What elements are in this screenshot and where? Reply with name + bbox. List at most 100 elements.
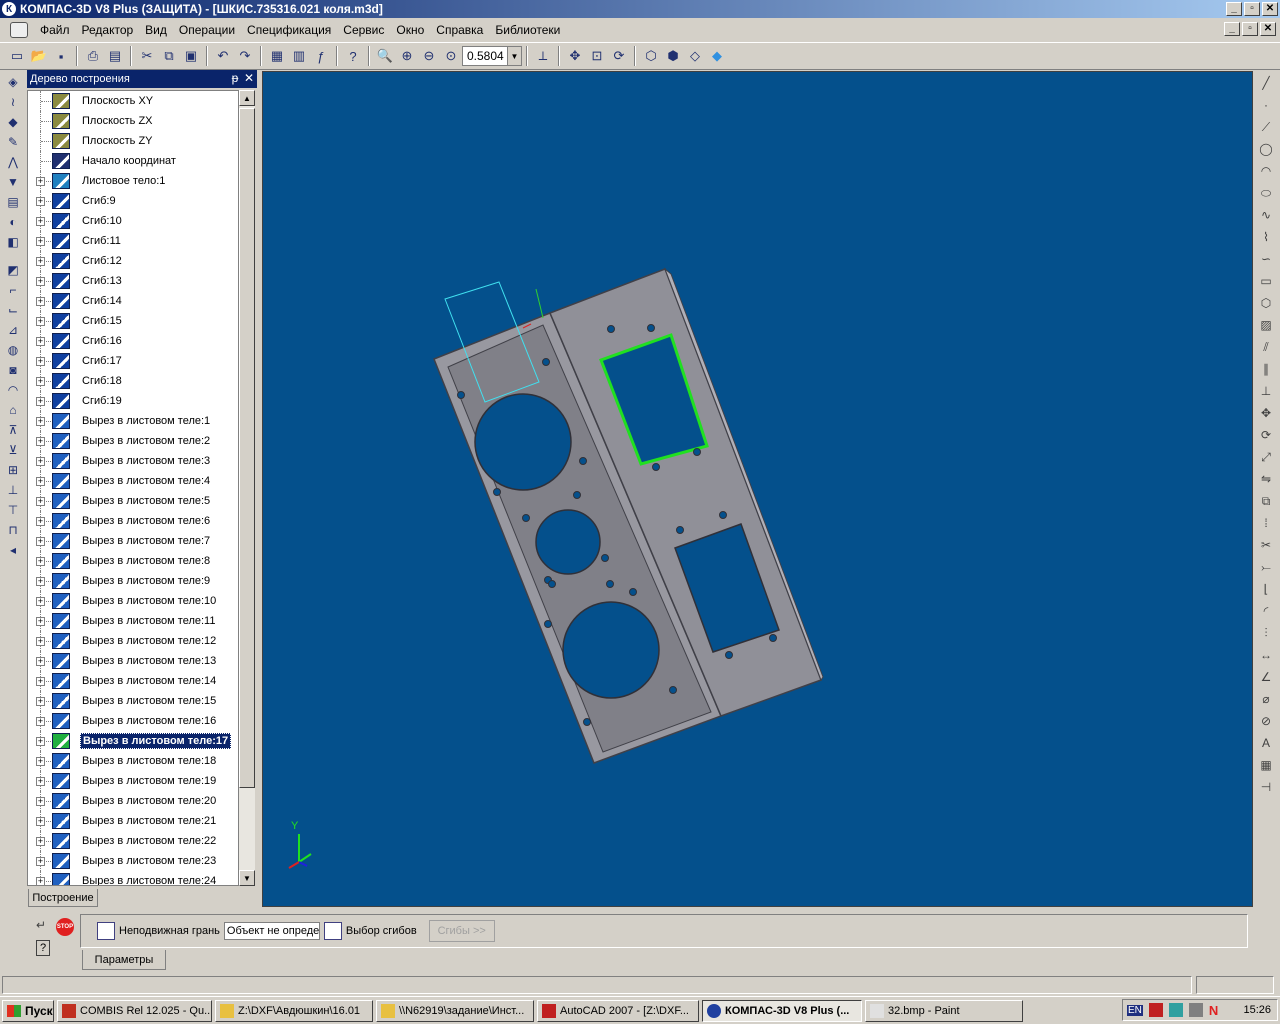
expand-icon[interactable]: + <box>36 276 45 286</box>
spec-icon[interactable]: ▤ <box>2 192 24 212</box>
copy-tool-icon[interactable]: ⧉ <box>1256 490 1276 512</box>
edit-part-icon[interactable]: ◈ <box>2 72 24 92</box>
pin-icon[interactable]: ᵽ <box>229 71 241 85</box>
pan-icon[interactable]: ✥ <box>564 45 586 67</box>
tree-item[interactable]: + Вырез в листовом теле:3 <box>28 451 238 471</box>
scale-icon[interactable]: ⤢ <box>1256 446 1276 468</box>
zoom-in-icon[interactable]: ⊕ <box>396 45 418 67</box>
fixed-face-icon[interactable] <box>97 922 115 940</box>
zoom-all-icon[interactable]: ⊡ <box>586 45 608 67</box>
diameter-dim-icon[interactable]: ⊘ <box>1256 710 1276 732</box>
tree-item[interactable]: + Сгиб:19 <box>28 391 238 411</box>
print-preview-icon[interactable]: ▤ <box>104 45 126 67</box>
flange-icon[interactable]: ⊿ <box>2 320 24 340</box>
ellipse-icon[interactable]: ⬭ <box>1256 182 1276 204</box>
tree-item[interactable]: + Листовое тело:1 <box>28 171 238 191</box>
shaded-icon[interactable]: ◆ <box>706 45 728 67</box>
surfaces-icon[interactable]: ◐ <box>2 212 24 232</box>
properties-icon[interactable]: ▥ <box>288 45 310 67</box>
expand-icon[interactable]: + <box>36 516 45 526</box>
more-tools-icon[interactable]: ◂ <box>2 540 24 560</box>
expand-icon[interactable]: + <box>36 176 45 186</box>
tree-item[interactable]: + Вырез в листовом теле:11 <box>28 611 238 631</box>
fx-icon[interactable]: ƒ <box>310 45 332 67</box>
expand-icon[interactable]: + <box>36 596 45 606</box>
scroll-up-icon[interactable]: ▲ <box>239 90 255 106</box>
sheet-body-tool-icon[interactable]: ◩ <box>2 260 24 280</box>
doc-close-button[interactable]: ✕ <box>1260 22 1276 36</box>
expand-icon[interactable]: + <box>36 316 45 326</box>
tree-item[interactable]: + Вырез в листовом теле:8 <box>28 551 238 571</box>
task-kompas[interactable]: КОМПАС-3D V8 Plus (... <box>702 999 862 1022</box>
polygon-icon[interactable]: ⬡ <box>1256 292 1276 314</box>
tree-item[interactable]: + Вырез в листовом теле:18 <box>28 751 238 771</box>
menu-service[interactable]: Сервис <box>337 23 390 37</box>
task-autocad[interactable]: AutoCAD 2007 - [Z:\DXF... <box>537 999 699 1022</box>
expand-icon[interactable]: + <box>36 776 45 786</box>
expand-icon[interactable]: + <box>36 396 45 406</box>
expand-icon[interactable]: + <box>36 756 45 766</box>
tree-item[interactable]: + Сгиб:14 <box>28 291 238 311</box>
tree-item[interactable]: + Вырез в листовом теле:15 <box>28 691 238 711</box>
rotate-icon[interactable]: ⟳ <box>608 45 630 67</box>
break-icon[interactable]: ⫶ <box>1256 622 1276 644</box>
filter-icon[interactable]: ▼ <box>2 172 24 192</box>
aux-geometry-icon[interactable]: ✎ <box>2 132 24 152</box>
table-icon[interactable]: ▦ <box>1256 754 1276 776</box>
bend-line-icon[interactable]: ⌙ <box>2 300 24 320</box>
maximize-button[interactable]: ▫ <box>1244 2 1260 16</box>
measure-icon[interactable]: ⋀ <box>2 152 24 172</box>
tree-item[interactable]: + Вырез в листовом теле:20 <box>28 791 238 811</box>
tree-item[interactable]: + Вырез в листовом теле:7 <box>28 531 238 551</box>
expand-icon[interactable]: + <box>36 356 45 366</box>
unbend-icon[interactable]: ⊼ <box>2 420 24 440</box>
model-viewport[interactable]: Y <box>262 71 1253 907</box>
menu-editor[interactable]: Редактор <box>76 23 140 37</box>
orientation-icon[interactable]: ⟂ <box>532 45 554 67</box>
enter-icon[interactable]: ↵ <box>36 918 52 934</box>
expand-icon[interactable]: + <box>36 636 45 646</box>
print-icon[interactable]: ⎙ <box>82 45 104 67</box>
expand-icon[interactable]: + <box>36 716 45 726</box>
bends-button[interactable]: Сгибы >> <box>428 920 495 942</box>
closed-corner-icon[interactable]: ⌂ <box>2 400 24 420</box>
expand-icon[interactable]: + <box>36 236 45 246</box>
tree-item[interactable]: + Сгиб:13 <box>28 271 238 291</box>
chevron-down-icon[interactable]: ▼ <box>507 47 521 65</box>
tree-item[interactable]: + Вырез в листовом теле:21 <box>28 811 238 831</box>
extend-icon[interactable]: ⤚ <box>1256 556 1276 578</box>
task-combis[interactable]: COMBIS Rel 12.025 - Qu... <box>57 999 212 1022</box>
open-icon[interactable]: 📂 <box>28 45 50 67</box>
scroll-down-icon[interactable]: ▼ <box>239 870 255 886</box>
stop-icon[interactable]: STOP <box>56 918 74 936</box>
cut-icon[interactable]: ✂ <box>136 45 158 67</box>
menu-view[interactable]: Вид <box>139 23 173 37</box>
expand-icon[interactable]: + <box>36 656 45 666</box>
constraint-icon[interactable]: ⊣ <box>1256 776 1276 798</box>
tree-scrollbar[interactable]: ▲ ▼ <box>239 90 255 886</box>
rectangle-icon[interactable]: ▭ <box>1256 270 1276 292</box>
close-icon[interactable]: ✕ <box>243 71 255 85</box>
circle-icon[interactable]: ◯ <box>1256 138 1276 160</box>
expand-icon[interactable]: + <box>36 436 45 446</box>
tree-item[interactable]: + Вырез в листовом теле:12 <box>28 631 238 651</box>
scroll-thumb[interactable] <box>239 108 255 788</box>
volume-icon[interactable] <box>1188 1003 1203 1017</box>
tree-item[interactable]: + Вырез в листовом теле:19 <box>28 771 238 791</box>
louver-icon[interactable]: ⊓ <box>2 520 24 540</box>
network-icon[interactable] <box>1168 1003 1183 1017</box>
zoom-scale-icon[interactable]: ⊙ <box>440 45 462 67</box>
arc-icon[interactable]: ◠ <box>1256 160 1276 182</box>
zoom-scale-input[interactable]: 0.5804 ▼ <box>462 46 522 66</box>
document-menu-icon[interactable] <box>10 22 28 38</box>
variables-icon[interactable]: ▦ <box>266 45 288 67</box>
sketch-icon[interactable]: ≀ <box>2 92 24 112</box>
expand-icon[interactable]: + <box>36 216 45 226</box>
menu-file[interactable]: Файл <box>34 23 76 37</box>
projection-icon[interactable]: ⊥ <box>1256 380 1276 402</box>
language-indicator[interactable]: EN <box>1127 1004 1143 1016</box>
task-paint[interactable]: 32.bmp - Paint <box>865 999 1023 1022</box>
zoom-window-icon[interactable]: 🔍 <box>374 45 396 67</box>
bend-select-icon[interactable] <box>323 922 342 940</box>
line-icon[interactable]: ╱ <box>1256 72 1276 94</box>
